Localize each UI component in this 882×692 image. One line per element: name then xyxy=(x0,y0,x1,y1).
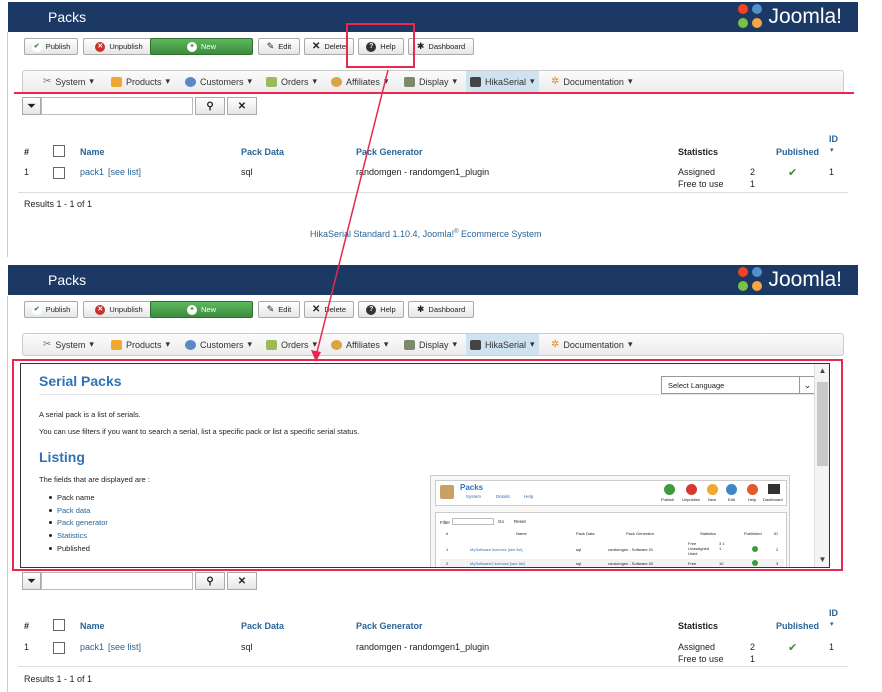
arrow-line xyxy=(315,69,389,357)
arrow-head xyxy=(311,350,321,362)
annotation-arrow xyxy=(311,69,389,362)
